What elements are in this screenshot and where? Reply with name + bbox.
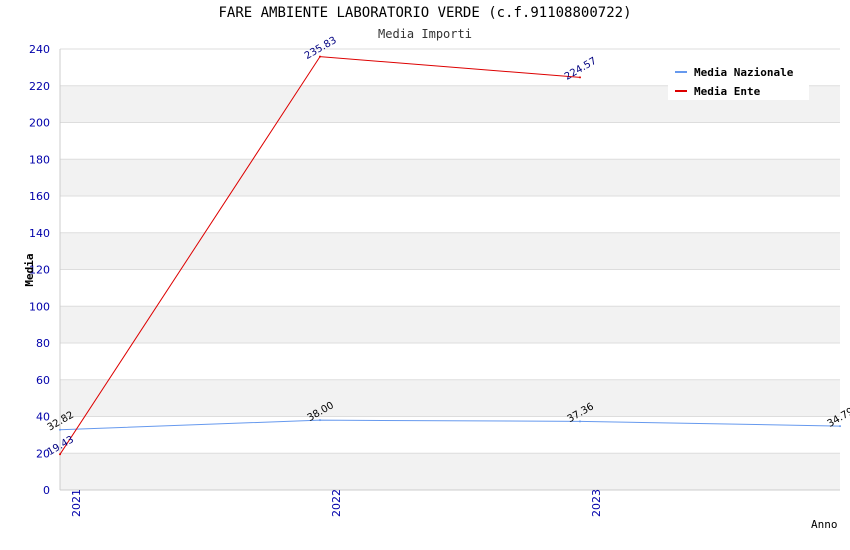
data-point: [59, 453, 61, 456]
y-tick-label: 220: [29, 80, 50, 93]
data-point: [579, 420, 581, 423]
grid-band: [60, 232, 840, 270]
data-label: 224.57: [563, 56, 599, 83]
y-tick-label: 80: [36, 337, 50, 350]
grid-band: [60, 306, 840, 343]
y-tick-label: 160: [29, 190, 50, 203]
legend-label: Media Nazionale: [694, 66, 794, 79]
x-axis-title: Anno: [811, 518, 838, 531]
data-point: [59, 428, 61, 431]
x-tick-label: 2021: [70, 489, 83, 517]
y-tick-label: 240: [29, 43, 50, 56]
data-point: [319, 55, 321, 58]
y-tick-label: 140: [29, 227, 50, 240]
y-tick-label: 0: [43, 484, 50, 497]
y-axis-title: Media: [23, 253, 36, 286]
x-tick-label: 2022: [330, 489, 343, 517]
line-chart: 0204060801001201401601802002202402021 202…: [23, 35, 850, 531]
data-point: [579, 76, 581, 79]
grid-band: [60, 379, 840, 417]
legend-label: Media Ente: [694, 85, 761, 98]
grid-band: [60, 159, 840, 196]
x-tick-label: 2023: [590, 489, 603, 517]
grid-band: [60, 453, 840, 490]
y-tick-label: 180: [29, 153, 50, 166]
y-tick-label: 100: [29, 300, 50, 313]
y-tick-label: 200: [29, 117, 50, 130]
data-point: [319, 419, 321, 422]
series-line-0: [59, 419, 841, 431]
data-point: [839, 425, 841, 428]
y-tick-label: 60: [36, 374, 50, 387]
